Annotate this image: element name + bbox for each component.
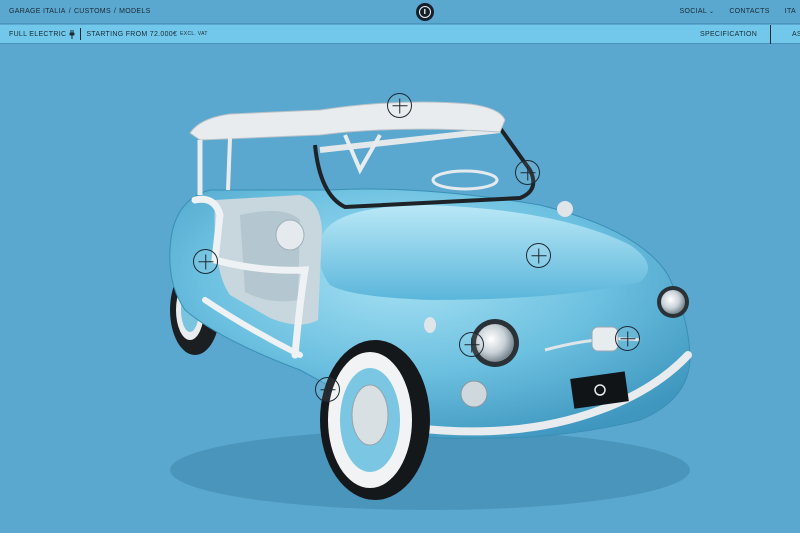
hotspot-headlight[interactable] [459,332,484,357]
secondary-link[interactable]: AS [792,25,800,44]
car-stage [0,45,800,533]
breadcrumb-customs[interactable]: CUSTOMS [74,8,111,15]
contacts-link[interactable]: CONTACTS [729,8,769,15]
powertrain-info: FULL ELECTRIC [0,29,75,39]
plug-icon [69,29,75,39]
hotspot-wheel[interactable] [315,377,340,402]
price-note: excl. VAT [180,31,208,37]
breadcrumb-separator: / [113,8,117,15]
powertrain-label: FULL ELECTRIC [9,30,67,38]
language-switch[interactable]: ITA [785,8,796,15]
model-info-bar: FULL ELECTRIC STARTING FROM 72.000€ excl… [0,25,800,44]
hotspot-hood[interactable] [526,243,551,268]
divider [770,25,771,44]
divider [80,28,82,40]
car-image [169,101,692,510]
breadcrumb-garage-italia[interactable]: GARAGE ITALIA [9,8,66,15]
breadcrumb-separator: / [68,8,71,15]
price-label: STARTING FROM 72.000€ [86,30,178,38]
chevron-down-icon: ⌄ [709,9,715,15]
social-label: SOCIAL [679,8,707,15]
garage-italia-logo-icon[interactable]: I [416,3,434,21]
social-dropdown[interactable]: SOCIAL ⌄ [680,8,715,15]
hotspot-interior[interactable] [193,249,218,274]
hotspot-roof[interactable] [387,93,412,118]
breadcrumb: GARAGE ITALIA / CUSTOMS / MODELS [0,8,151,15]
top-navigation-bar: GARAGE ITALIA / CUSTOMS / MODELS I SOCIA… [0,0,800,24]
logo-letter: I [419,6,431,18]
breadcrumb-models[interactable]: MODELS [119,8,150,15]
top-right-nav: SOCIAL ⌄ CONTACTS ITA [680,8,800,15]
hotspot-windshield[interactable] [515,160,540,185]
hotspot-grille[interactable] [615,326,640,351]
specification-link[interactable]: SPECIFICATION [700,25,757,44]
